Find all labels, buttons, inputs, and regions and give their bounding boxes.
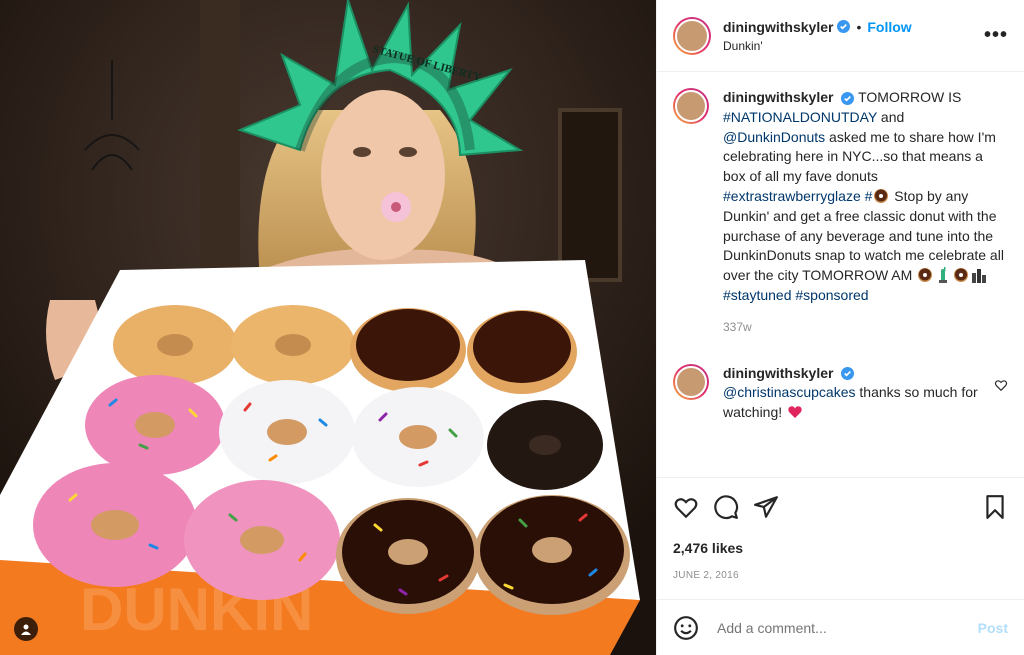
comment-input[interactable]: [715, 618, 978, 637]
comment-icon[interactable]: [713, 494, 739, 520]
reply-mention[interactable]: @christinascupcakes: [723, 384, 856, 400]
caption-text-segment: TOMORROW IS: [858, 89, 962, 105]
likes-count[interactable]: 2,476 likes: [673, 540, 1008, 556]
caption-text: TOMORROW IS #NATIONALDONUTDAY and @Dunki…: [723, 89, 1004, 303]
caption-timestamp[interactable]: 337w: [723, 318, 1008, 338]
caption-text-segment: and: [877, 108, 905, 125]
tagged-users-button[interactable]: [14, 617, 38, 641]
like-heart-icon[interactable]: [673, 494, 699, 520]
verified-badge-icon: [841, 91, 855, 105]
post-side-panel: diningwithskyler • Follow Dunkin' ••• di…: [656, 0, 1024, 655]
hashtag-link[interactable]: @DunkinDonuts: [723, 129, 825, 145]
follow-button[interactable]: Follow: [867, 19, 911, 35]
reply-username[interactable]: diningwithskyler: [723, 365, 833, 381]
location-link[interactable]: Dunkin': [723, 39, 984, 53]
red-heart-emoji-icon: [788, 406, 802, 419]
share-icon[interactable]: [753, 494, 779, 520]
city-emoji-icon: [970, 267, 988, 284]
donut-photo-illustration: STATUE OF LIBERTY DUNKIN: [0, 0, 656, 655]
separator-dot: •: [856, 18, 862, 35]
post-actions: 2,476 likes JUNE 2, 2016: [657, 477, 1024, 581]
comments-section: diningwithskyler TOMORROW IS #NATIONALDO…: [657, 72, 1024, 476]
bookmark-icon[interactable]: [982, 494, 1008, 520]
avatar[interactable]: [673, 16, 711, 55]
emoji-picker-icon[interactable]: [673, 615, 699, 641]
donut-emoji-icon: [916, 267, 934, 283]
verified-badge-icon: [837, 20, 851, 33]
statue-emoji-icon: [934, 267, 952, 284]
caption-avatar[interactable]: [673, 88, 709, 124]
add-comment-bar: Post: [657, 599, 1024, 655]
hashtag-link[interactable]: #extrastrawberryglaze: [723, 188, 861, 204]
hashtag-link[interactable]: #NATIONALDONUTDAY: [723, 109, 877, 125]
reply-avatar[interactable]: [673, 363, 709, 400]
like-comment-heart-icon[interactable]: [994, 378, 1008, 392]
more-options-button[interactable]: •••: [984, 24, 1008, 47]
user-icon: [21, 624, 31, 635]
caption-username[interactable]: diningwithskyler: [723, 89, 833, 105]
post-photo[interactable]: STATUE OF LIBERTY DUNKIN: [0, 0, 656, 655]
reply-comment: diningwithskyler @christinascupcakes tha…: [673, 363, 1008, 423]
post-header: diningwithskyler • Follow Dunkin' •••: [657, 0, 1024, 72]
post-comment-button[interactable]: Post: [978, 620, 1008, 636]
post-date[interactable]: JUNE 2, 2016: [673, 570, 1008, 581]
header-username[interactable]: diningwithskyler: [723, 19, 833, 35]
donut-emoji-icon: [872, 188, 890, 204]
hashtag-link[interactable]: #sponsored: [795, 287, 868, 303]
donut-emoji-icon: [952, 267, 970, 283]
hashtag-link[interactable]: #staytuned: [723, 287, 792, 303]
verified-badge-icon: [841, 367, 855, 381]
caption-comment: diningwithskyler TOMORROW IS #NATIONALDO…: [673, 88, 1008, 338]
